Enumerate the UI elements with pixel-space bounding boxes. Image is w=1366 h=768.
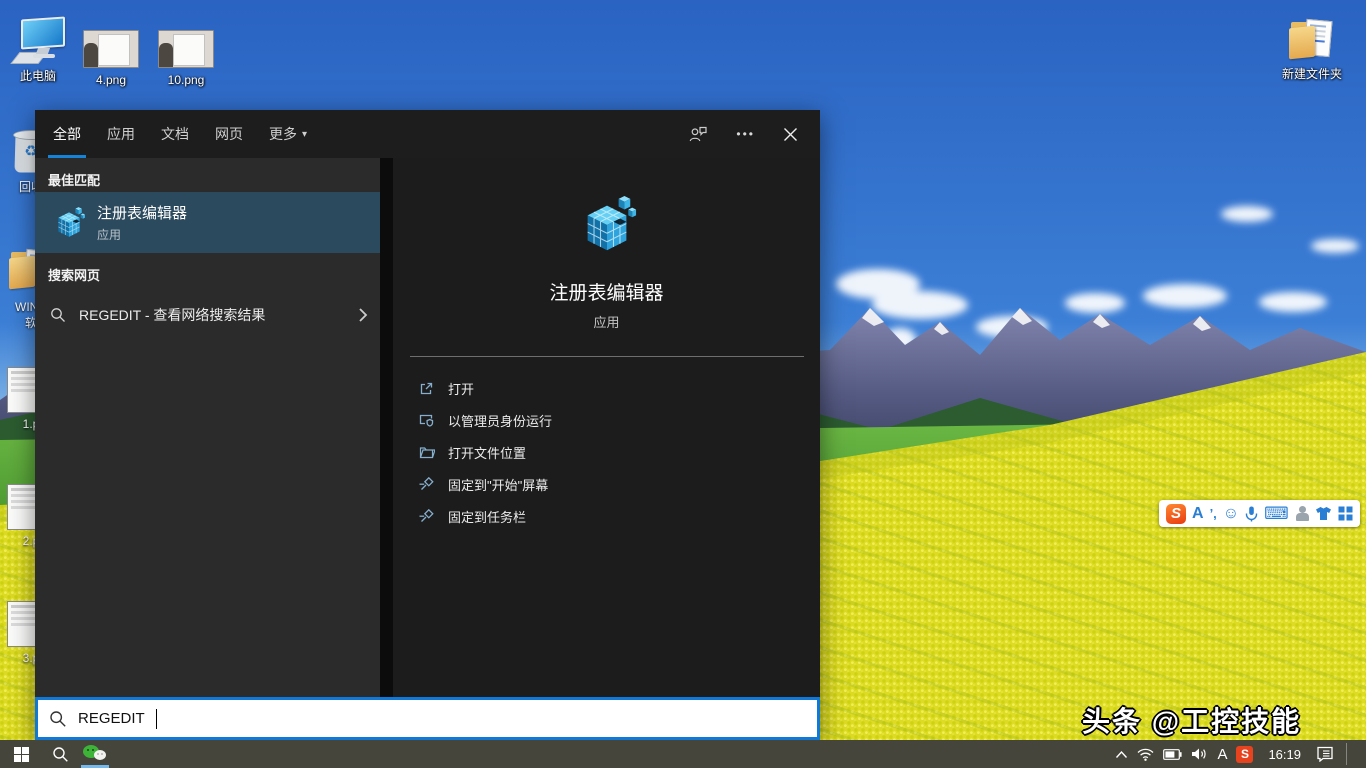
show-desktop-separator[interactable] <box>1346 743 1347 765</box>
punctuation-icon[interactable]: ’, <box>1210 506 1217 521</box>
chevron-right-icon[interactable] <box>358 307 368 323</box>
action-open[interactable]: 打开 <box>418 372 820 404</box>
text-caret <box>156 709 158 729</box>
feedback-user-icon[interactable] <box>688 125 708 143</box>
image-thumbnail-icon <box>73 18 149 68</box>
detail-title: 注册表编辑器 <box>549 278 663 305</box>
wechat-icon <box>83 745 107 763</box>
action-pin-to-start[interactable]: 固定到"开始"屏幕 <box>418 468 820 500</box>
windows-desktop: 此电脑 4.png 10.png 新建文件夹 ♻ 回收 WINC 软 1.p 2… <box>0 0 1366 768</box>
soft-keyboard-icon[interactable]: ⌨ <box>1264 504 1289 524</box>
tab-web[interactable]: 网页 <box>215 110 243 158</box>
search-filter-bar: 全部 应用 文档 网页 更多▾ ••• <box>35 110 820 158</box>
microphone-icon[interactable] <box>1245 506 1258 522</box>
best-match-header: 最佳匹配 <box>48 170 380 188</box>
taskbar: A S 16:19 <box>0 740 1366 768</box>
folder-icon <box>1274 10 1350 60</box>
search-icon <box>49 710 67 728</box>
action-run-as-admin[interactable]: 以管理员身份运行 <box>418 404 820 436</box>
pin-icon <box>418 476 435 493</box>
wifi-icon[interactable] <box>1137 748 1154 761</box>
tab-all[interactable]: 全部 <box>53 110 81 158</box>
panel-divider <box>380 158 393 697</box>
search-icon <box>50 307 66 323</box>
ime-toolbar[interactable]: S A ’, ☺ ⌨ <box>1159 500 1360 527</box>
battery-icon[interactable] <box>1163 749 1182 760</box>
web-search-result[interactable]: REGEDIT - 查看网络搜索结果 <box>35 295 380 335</box>
desktop-icon-4png[interactable]: 4.png <box>73 18 149 87</box>
desktop-icon-10png[interactable]: 10.png <box>148 18 224 87</box>
icon-label: 4.png <box>73 73 149 87</box>
best-match-result-regedit[interactable]: 注册表编辑器 应用 <box>35 192 380 253</box>
ime-indicator[interactable]: A <box>1217 746 1227 763</box>
icon-label: 新建文件夹 <box>1274 65 1350 82</box>
emoji-icon[interactable]: ☺ <box>1223 505 1239 523</box>
registry-editor-icon-large <box>576 194 638 256</box>
show-desktop-button[interactable] <box>1356 740 1361 768</box>
desktop-icon-this-pc[interactable]: 此电脑 <box>0 12 76 84</box>
search-flyout-panel: 全部 应用 文档 网页 更多▾ ••• <box>35 110 820 740</box>
ime-mode-icon[interactable]: A <box>1192 505 1204 523</box>
taskbar-wechat-button[interactable] <box>78 740 112 768</box>
this-pc-icon <box>0 12 76 62</box>
result-detail-pane: 注册表编辑器 应用 打开 <box>393 158 820 697</box>
sogou-logo-icon[interactable]: S <box>1166 504 1186 524</box>
detail-subtitle: 应用 <box>593 312 619 331</box>
search-icon <box>52 746 69 763</box>
result-title: 注册表编辑器 <box>97 202 187 223</box>
icon-label: 10.png <box>148 73 224 87</box>
admin-shield-icon <box>418 412 435 429</box>
search-results-column: 最佳匹配 注册表编辑器 应用 搜索网页 REGEDIT - 查看网络搜索结果 <box>35 158 380 697</box>
system-tray: A S 16:19 <box>1115 740 1366 768</box>
toolbox-grid-icon[interactable] <box>1338 506 1353 521</box>
more-options-icon[interactable]: ••• <box>736 127 755 141</box>
account-icon[interactable] <box>1295 506 1309 521</box>
folder-location-icon <box>418 444 435 461</box>
search-input[interactable]: REGEDIT <box>35 697 820 740</box>
registry-editor-icon <box>52 206 86 240</box>
show-hidden-icons-chevron[interactable] <box>1115 750 1128 759</box>
image-thumbnail-icon <box>148 18 224 68</box>
taskbar-search-button[interactable] <box>42 740 78 768</box>
search-web-header: 搜索网页 <box>48 265 380 283</box>
action-center-icon[interactable] <box>1316 746 1334 762</box>
toutiao-watermark: 头条 @工控技能 <box>1082 700 1301 740</box>
start-button[interactable] <box>0 740 42 768</box>
result-subtitle: 应用 <box>97 226 187 243</box>
chevron-down-icon: ▾ <box>302 129 307 140</box>
sogou-tray-icon[interactable]: S <box>1236 746 1253 763</box>
tab-apps[interactable]: 应用 <box>107 110 135 158</box>
taskbar-clock[interactable]: 16:19 <box>1268 747 1301 762</box>
open-icon <box>418 380 435 397</box>
web-suffix: - 查看网络搜索结果 <box>145 307 266 323</box>
detail-divider <box>410 356 804 357</box>
skin-tshirt-icon[interactable] <box>1315 506 1332 521</box>
desktop-icon-new-folder[interactable]: 新建文件夹 <box>1274 10 1350 82</box>
tab-documents[interactable]: 文档 <box>161 110 189 158</box>
action-pin-to-taskbar[interactable]: 固定到任务栏 <box>418 500 820 532</box>
windows-logo-icon <box>14 747 29 762</box>
icon-label: 此电脑 <box>0 67 76 84</box>
action-open-file-location[interactable]: 打开文件位置 <box>418 436 820 468</box>
close-icon[interactable] <box>783 127 798 142</box>
web-query: REGEDIT <box>79 307 141 323</box>
volume-icon[interactable] <box>1191 747 1208 761</box>
tab-more[interactable]: 更多▾ <box>269 110 307 158</box>
search-query-text: REGEDIT <box>78 710 145 727</box>
pin-icon <box>418 508 435 525</box>
